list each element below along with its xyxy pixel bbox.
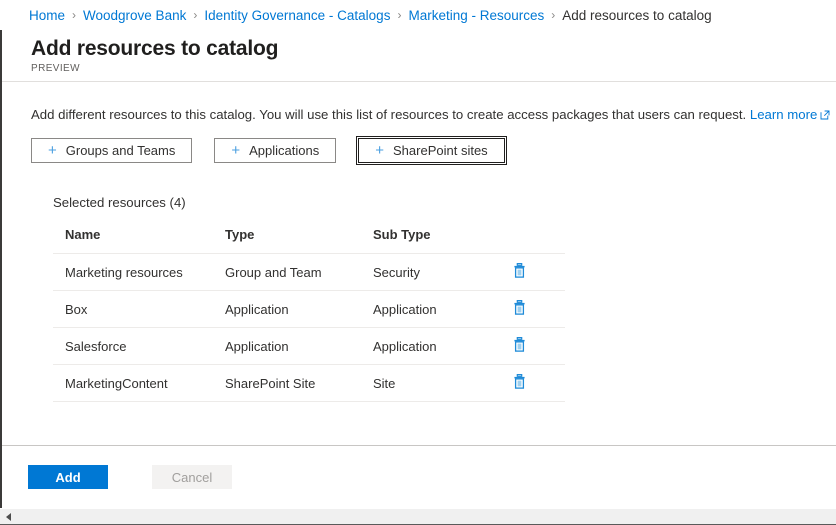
- cell-actions: [513, 328, 565, 365]
- table-row: Salesforce Application Application: [53, 328, 565, 365]
- column-header-sub-type: Sub Type: [373, 227, 513, 254]
- add-button[interactable]: Add: [28, 465, 108, 489]
- page-title: Add resources to catalog: [31, 36, 836, 62]
- azure-portal-blade: Home › Woodgrove Bank › Identity Governa…: [0, 0, 836, 525]
- preview-badge: PREVIEW: [31, 63, 836, 74]
- delete-resource-button[interactable]: [513, 374, 526, 389]
- delete-resource-button[interactable]: [513, 337, 526, 352]
- column-header-type: Type: [225, 227, 373, 254]
- add-groups-and-teams-label: Groups and Teams: [66, 143, 176, 158]
- external-link-icon: [820, 107, 830, 124]
- selected-resources-table: Name Type Sub Type Marketing resources G…: [53, 227, 565, 402]
- breadcrumb-item-home[interactable]: Home: [29, 8, 65, 23]
- cell-sub-type: Application: [373, 291, 513, 328]
- cell-name: MarketingContent: [53, 365, 225, 402]
- learn-more-link[interactable]: Learn more: [750, 107, 817, 122]
- delete-resource-button[interactable]: [513, 300, 526, 315]
- selected-resources-section: Selected resources (4) Name Type Sub Typ…: [53, 195, 553, 402]
- table-row: Box Application Application: [53, 291, 565, 328]
- selected-resources-caption: Selected resources (4): [53, 195, 553, 210]
- trash-icon: [513, 266, 526, 281]
- cell-name: Box: [53, 291, 225, 328]
- intro-description: Add different resources to this catalog.…: [31, 106, 836, 123]
- add-sharepoint-sites-label: SharePoint sites: [393, 143, 488, 158]
- trash-icon: [513, 377, 526, 392]
- plus-icon: +: [231, 143, 240, 158]
- trash-icon: [513, 340, 526, 355]
- cell-actions: [513, 365, 565, 402]
- add-applications-label: Applications: [249, 143, 319, 158]
- delete-resource-button[interactable]: [513, 263, 526, 278]
- cell-sub-type: Site: [373, 365, 513, 402]
- add-groups-and-teams-button[interactable]: + Groups and Teams: [31, 138, 192, 163]
- cell-name: Salesforce: [53, 328, 225, 365]
- cancel-button: Cancel: [152, 465, 232, 489]
- breadcrumb-item-current: Add resources to catalog: [562, 8, 711, 23]
- breadcrumb-item-marketing-resources[interactable]: Marketing - Resources: [408, 8, 544, 23]
- add-sharepoint-sites-button[interactable]: + SharePoint sites: [358, 138, 504, 163]
- plus-icon: +: [48, 143, 57, 158]
- blade-body: Add resources to catalog PREVIEW Add dif…: [0, 30, 836, 508]
- cell-type: Application: [225, 328, 373, 365]
- horizontal-scrollbar[interactable]: [0, 508, 836, 525]
- add-applications-button[interactable]: + Applications: [214, 138, 336, 163]
- cell-type: Group and Team: [225, 254, 373, 291]
- resource-type-buttons: + Groups and Teams + Applications + Shar…: [31, 138, 836, 163]
- cell-type: Application: [225, 291, 373, 328]
- table-header-row: Name Type Sub Type: [53, 227, 565, 254]
- chevron-left-icon[interactable]: [0, 509, 17, 524]
- blade-header: Add resources to catalog PREVIEW: [2, 30, 836, 82]
- breadcrumb-item-identity-governance-catalogs[interactable]: Identity Governance - Catalogs: [204, 8, 390, 23]
- column-header-actions: [513, 227, 565, 254]
- column-header-name: Name: [53, 227, 225, 254]
- plus-icon: +: [375, 143, 384, 158]
- table-row: MarketingContent SharePoint Site Site: [53, 365, 565, 402]
- cell-name: Marketing resources: [53, 254, 225, 291]
- trash-icon: [513, 303, 526, 318]
- breadcrumb-separator: ›: [551, 8, 555, 22]
- breadcrumb: Home › Woodgrove Bank › Identity Governa…: [0, 0, 836, 30]
- blade-content: Add different resources to this catalog.…: [2, 106, 836, 402]
- cell-sub-type: Security: [373, 254, 513, 291]
- scrollbar-track[interactable]: [17, 509, 836, 524]
- table-row: Marketing resources Group and Team Secur…: [53, 254, 565, 291]
- intro-text: Add different resources to this catalog.…: [31, 107, 746, 122]
- breadcrumb-separator: ›: [193, 8, 197, 22]
- cell-actions: [513, 254, 565, 291]
- blade-footer: Add Cancel: [2, 445, 836, 508]
- breadcrumb-item-woodgrove-bank[interactable]: Woodgrove Bank: [83, 8, 186, 23]
- cell-actions: [513, 291, 565, 328]
- cell-type: SharePoint Site: [225, 365, 373, 402]
- cell-sub-type: Application: [373, 328, 513, 365]
- breadcrumb-separator: ›: [72, 8, 76, 22]
- breadcrumb-separator: ›: [397, 8, 401, 22]
